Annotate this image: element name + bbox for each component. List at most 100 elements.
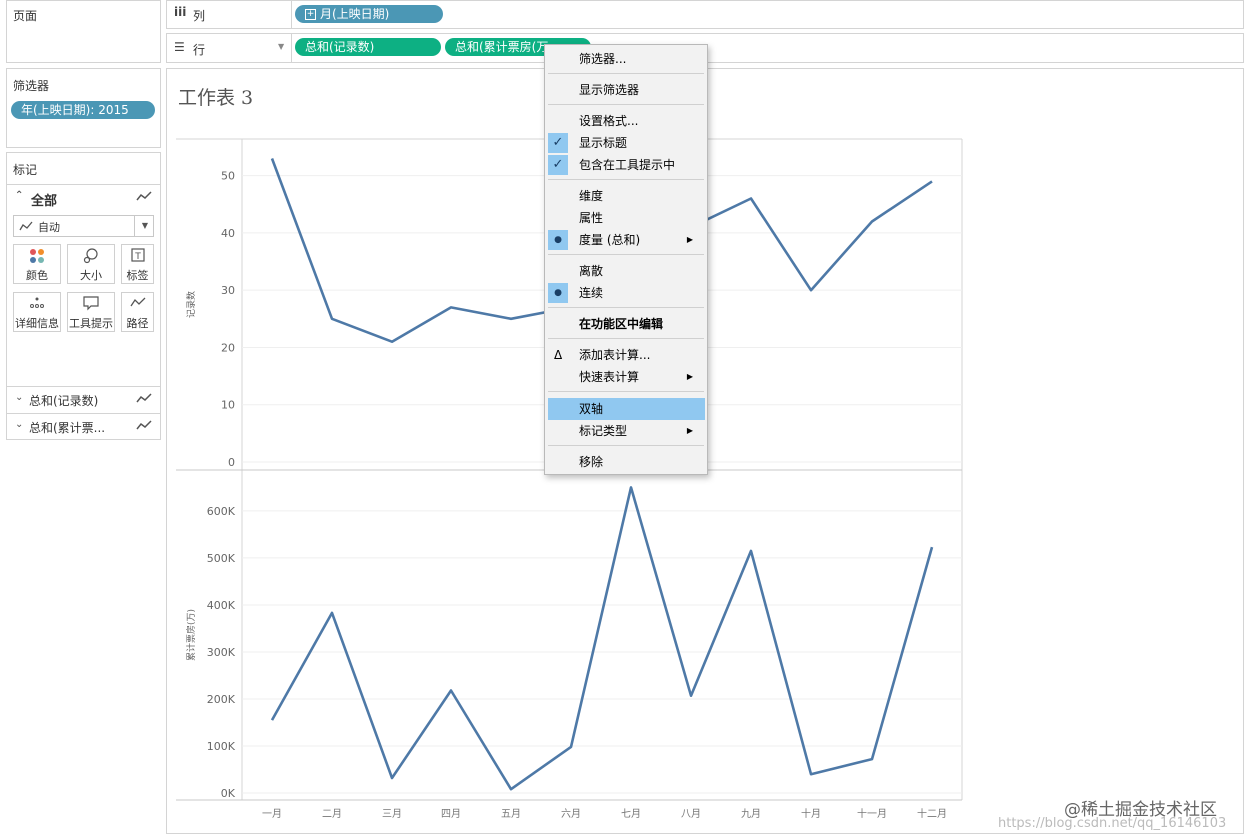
radio-dot-icon: ● (548, 283, 568, 303)
svg-text:T: T (134, 252, 141, 262)
menu-item-label: 在功能区中编辑 (579, 317, 664, 331)
tooltip-button-label: 工具提示 (69, 317, 113, 330)
menu-item-13[interactable]: 双轴 (548, 398, 705, 420)
filters-panel-title: 筛选器 (13, 79, 50, 93)
menu-separator (548, 338, 704, 339)
detail-button[interactable]: 详细信息 (13, 292, 61, 332)
menu-item-label: 连续 (579, 286, 604, 300)
sheet-title: 工作表 3 (178, 87, 254, 109)
menu-item-3[interactable]: ✓ 显示标题 (545, 132, 707, 154)
submenu-arrow-icon: ▶ (686, 235, 693, 244)
columns-shelf-label: 列 (193, 9, 206, 23)
radio-dot-icon: ● (548, 230, 568, 250)
menu-item-6[interactable]: 属性 (545, 207, 707, 229)
marks-panel-title: 标记 (13, 163, 38, 177)
menu-item-label: 显示标题 (579, 136, 628, 150)
line-mark-icon (136, 420, 152, 430)
menu-item-15[interactable]: 移除 (545, 451, 707, 473)
menu-item-4[interactable]: ✓ 包含在工具提示中 (545, 154, 707, 176)
shelf-divider (291, 34, 292, 62)
filter-pill-year[interactable]: 年(上映日期): 2015 (11, 101, 155, 119)
watermark-url: https://blog.csdn.net/qq_16146103 (998, 816, 1227, 831)
color-button-label: 颜色 (26, 269, 48, 282)
menu-item-label: 设置格式... (579, 114, 639, 128)
rows-shelf-dropdown-icon[interactable]: ▼ (278, 42, 284, 51)
menu-item-label: 显示筛选器 (579, 83, 640, 97)
color-button[interactable]: 颜色 (13, 244, 61, 284)
marks-all-label: 全部 (31, 194, 58, 209)
rows-shelf-label: 行 (193, 43, 206, 57)
row-pill-record-count[interactable]: 总和(记录数) (295, 38, 441, 56)
tooltip-icon (68, 295, 114, 315)
mark-type-select[interactable]: 自动 ▼ (13, 215, 154, 237)
line-mark-icon (136, 393, 152, 403)
menu-item-label: 离散 (579, 264, 604, 278)
menu-separator (548, 391, 704, 392)
columns-shelf[interactable]: iii 列 + 月(上映日期) (166, 0, 1244, 29)
columns-shelf-icon: iii (174, 5, 187, 19)
line-mark-icon (136, 191, 152, 201)
rows-shelf-icon: ☰ (174, 40, 185, 54)
menu-item-9[interactable]: ● 连续 (545, 282, 707, 304)
marks-measure-label: 总和(累计票... (29, 421, 106, 435)
label-button[interactable]: T 标签 (121, 244, 154, 284)
delta-icon: Δ (554, 348, 563, 362)
menu-item-0[interactable]: 筛选器... (545, 48, 707, 70)
menu-item-10[interactable]: 在功能区中编辑 (545, 313, 707, 335)
detail-button-label: 详细信息 (15, 317, 59, 330)
marks-panel: 标记 ⌃ 全部 自动 ▼ 颜色 大小 T 标签 详细信息 工具提示 路径 ⌄ 总… (6, 152, 161, 440)
menu-separator (548, 254, 704, 255)
column-pill-label: 月(上映日期) (320, 7, 390, 21)
menu-item-12[interactable]: 快速表计算 ▶ (545, 366, 707, 388)
menu-item-2[interactable]: 设置格式... (545, 110, 707, 132)
menu-item-11[interactable]: Δ 添加表计算... (545, 344, 707, 366)
label-icon: T (122, 247, 153, 267)
menu-item-7[interactable]: ● 度量 (总和) ▶ (545, 229, 707, 251)
menu-separator (548, 73, 704, 74)
menu-separator (548, 104, 704, 105)
menu-item-5[interactable]: 维度 (545, 185, 707, 207)
marks-measure-row-record-count[interactable]: ⌄ 总和(记录数) (7, 386, 160, 413)
menu-item-label: 度量 (总和) (579, 233, 641, 247)
menu-item-label: 快速表计算 (579, 370, 640, 384)
menu-item-label: 维度 (579, 189, 604, 203)
filters-panel: 筛选器 年(上映日期): 2015 (6, 68, 161, 148)
label-button-label: 标签 (126, 269, 149, 282)
menu-separator (548, 179, 704, 180)
chevron-down-icon: ▼ (141, 221, 148, 230)
pages-panel-title: 页面 (13, 9, 38, 23)
menu-item-label: 属性 (579, 211, 604, 225)
marks-measure-label: 总和(记录数) (29, 394, 99, 408)
chevron-up-icon: ⌃ (15, 190, 24, 201)
chevron-down-icon: ⌄ (15, 392, 24, 403)
column-pill-month[interactable]: + 月(上映日期) (295, 5, 443, 23)
size-icon (68, 247, 114, 267)
menu-item-label: 添加表计算... (579, 348, 651, 362)
menu-item-8[interactable]: 离散 (545, 260, 707, 282)
field-context-menu: 筛选器... 显示筛选器设置格式... ✓ 显示标题 ✓ 包含在工具提示中维度属性 ● 度量 … (544, 44, 708, 475)
size-button-label: 大小 (80, 269, 102, 282)
select-divider (134, 216, 135, 236)
menu-item-label: 双轴 (579, 402, 604, 416)
shelf-divider (291, 1, 292, 28)
menu-item-label: 移除 (579, 455, 604, 469)
menu-item-label: 标记类型 (579, 424, 628, 438)
submenu-arrow-icon: ▶ (686, 372, 693, 381)
chevron-down-icon: ⌄ (15, 419, 24, 430)
detail-icon (14, 295, 60, 315)
marks-measure-row-box-office[interactable]: ⌄ 总和(累计票... (7, 413, 160, 440)
pages-panel: 页面 (6, 0, 161, 63)
menu-item-14[interactable]: 标记类型 ▶ (545, 420, 707, 442)
size-button[interactable]: 大小 (67, 244, 115, 284)
menu-item-1[interactable]: 显示筛选器 (545, 79, 707, 101)
path-button[interactable]: 路径 (121, 292, 154, 332)
checkmark-icon: ✓ (548, 133, 568, 153)
marks-all-row[interactable]: ⌃ 全部 (7, 184, 160, 211)
mark-type-value: 自动 (38, 221, 60, 234)
checkmark-icon: ✓ (548, 155, 568, 175)
color-icon (14, 247, 60, 267)
tooltip-button[interactable]: 工具提示 (67, 292, 115, 332)
path-icon (122, 295, 153, 315)
menu-item-label: 筛选器... (579, 52, 627, 66)
menu-separator (548, 307, 704, 308)
